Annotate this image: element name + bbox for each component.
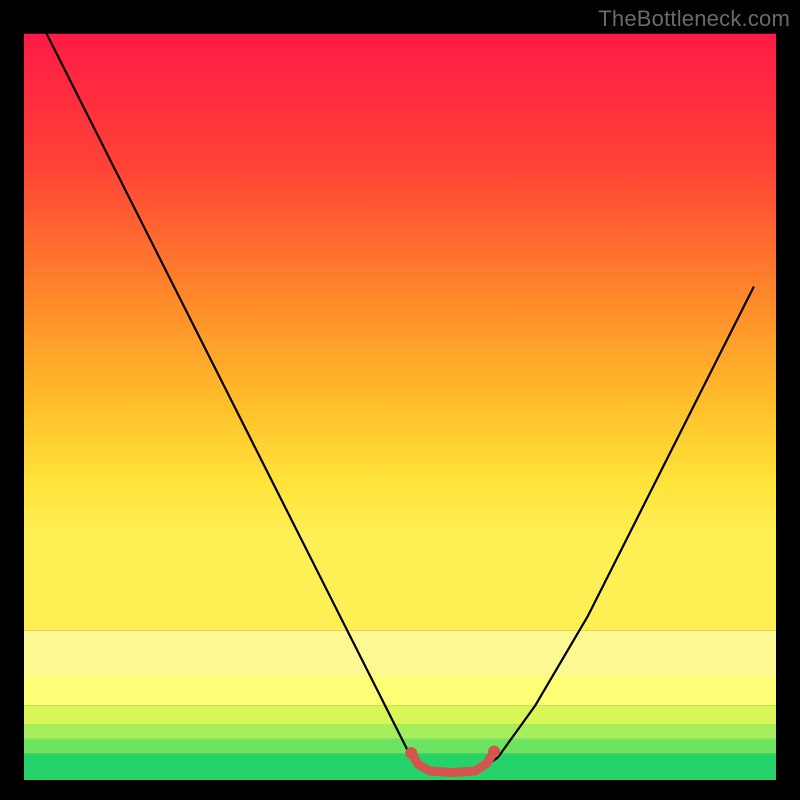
value-band: [24, 739, 776, 754]
value-band: [24, 676, 776, 706]
frame-bottom: [0, 780, 800, 800]
optimal-range-endpoint: [405, 747, 417, 759]
value-band: [24, 705, 776, 724]
frame-left: [0, 0, 24, 800]
frame-right: [776, 0, 800, 800]
optimal-range-endpoint: [488, 746, 500, 758]
value-band: [24, 631, 776, 676]
gradient-background: [24, 34, 776, 631]
chart-frame: TheBottleneck.com: [0, 0, 800, 800]
bottleneck-chart: [0, 0, 800, 800]
value-band: [24, 754, 776, 780]
watermark-text: TheBottleneck.com: [598, 6, 790, 32]
